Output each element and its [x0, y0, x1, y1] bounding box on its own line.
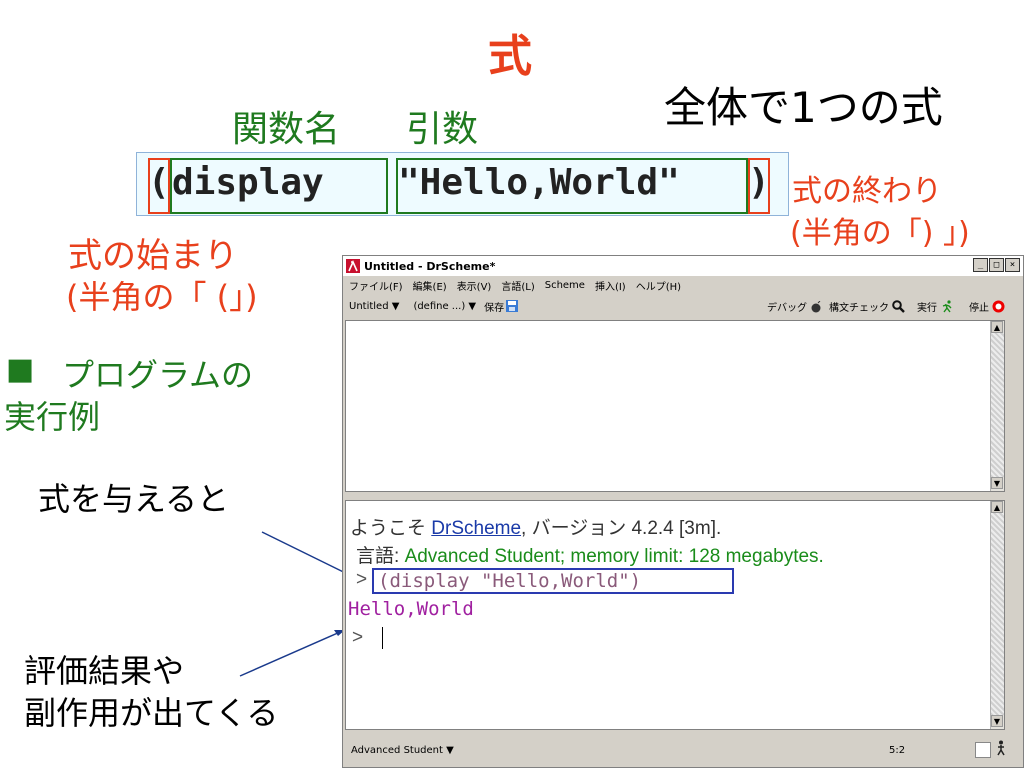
minimize-button[interactable]: _	[973, 258, 988, 272]
interactions-scrollbar[interactable]: ▲ ▼	[990, 501, 1004, 729]
debug-button[interactable]: デバッグ	[767, 299, 822, 314]
stop-button[interactable]: 停止	[969, 299, 1005, 314]
toolbar: Untitled ▼ (define ...) ▼ 保存 デバッグ 構文チェック…	[343, 294, 1023, 318]
whole-expression-label: 全体で1つの式	[664, 83, 943, 132]
welcome-prefix: ようこそ	[350, 518, 432, 539]
save-button[interactable]: 保存	[484, 299, 519, 314]
text-cursor	[382, 627, 383, 649]
define-dropdown[interactable]: (define ...) ▼	[413, 301, 476, 312]
indicator-box	[975, 742, 991, 758]
expression-start-label: 式の始まり	[68, 236, 238, 276]
definitions-pane[interactable]: ▲ ▼	[345, 320, 1005, 492]
close-button[interactable]: ×	[1005, 258, 1020, 272]
drscheme-window: Untitled - DrScheme* _ □ × ファイル(F) 編集(E)…	[342, 255, 1024, 768]
expression-end-sub: (半角の「) 」)	[790, 216, 970, 251]
code-function-name: display	[172, 162, 324, 203]
input-expression: (display "Hello,World")	[378, 570, 642, 592]
cursor-position: 5:2	[889, 744, 906, 756]
language-prefix: 言語:	[356, 546, 405, 567]
welcome-suffix: , バージョン 4.2.4 [3m].	[521, 518, 722, 539]
stop-icon	[992, 300, 1005, 313]
output-text: Hello,World	[348, 598, 474, 620]
interactions-pane[interactable]: ようこそ DrScheme, バージョン 4.2.4 [3m]. 言語: Adv…	[345, 500, 1005, 730]
runner-icon	[942, 300, 952, 313]
menu-bar: ファイル(F) 編集(E) 表示(V) 言語(L) Scheme 挿入(I) ヘ…	[343, 276, 1023, 294]
title-bar: Untitled - DrScheme* _ □ ×	[343, 256, 1023, 276]
menu-file[interactable]: ファイル(F)	[349, 278, 403, 293]
code-argument: "Hello,World"	[398, 162, 680, 203]
slide-heading: 式	[488, 31, 532, 82]
result-label-line1: 評価結果や	[24, 652, 185, 690]
menu-insert[interactable]: 挿入(I)	[595, 278, 626, 293]
menu-help[interactable]: ヘルプ(H)	[636, 278, 681, 293]
save-label: 保存	[484, 302, 505, 314]
language-dropdown[interactable]: Advanced Student ▼	[351, 745, 454, 756]
function-name-label: 関数名	[232, 109, 341, 150]
welcome-line: ようこそ DrScheme, バージョン 4.2.4 [3m].	[350, 513, 721, 540]
lambda-icon	[346, 259, 360, 273]
code-open-paren: (	[148, 162, 170, 203]
menu-view[interactable]: 表示(V)	[457, 278, 492, 293]
scroll-down-icon[interactable]: ▼	[991, 477, 1003, 489]
bug-icon	[811, 300, 821, 312]
language-name: Advanced Student; memory limit: 128 mega…	[404, 546, 824, 567]
floppy-icon	[506, 300, 519, 312]
scroll-up-icon[interactable]: ▲	[991, 501, 1003, 513]
example-title-line2: 実行例	[4, 398, 101, 436]
give-expression-label: 式を与えると	[38, 480, 230, 518]
expression-end-label: 式の終わり	[792, 174, 942, 209]
debug-label: デバッグ	[767, 303, 807, 314]
run-label: 実行	[917, 303, 937, 314]
result-label-line2: 副作用が出てくる	[24, 694, 279, 732]
stop-label: 停止	[969, 303, 989, 314]
scroll-down-icon[interactable]: ▼	[991, 715, 1003, 727]
example-bullet: ■	[6, 352, 35, 387]
menu-scheme[interactable]: Scheme	[545, 280, 585, 291]
magnifier-icon	[892, 300, 905, 313]
walker-icon	[997, 740, 1005, 756]
prompt-1: >	[356, 569, 368, 590]
run-button[interactable]: 実行	[917, 299, 953, 314]
menu-edit[interactable]: 編集(E)	[413, 278, 447, 293]
example-title-line1: プログラムの	[62, 356, 254, 394]
maximize-button[interactable]: □	[989, 258, 1004, 272]
status-bar: Advanced Student ▼ 5:2	[343, 734, 1023, 766]
untitled-dropdown[interactable]: Untitled ▼	[349, 301, 399, 312]
syntax-check-button[interactable]: 構文チェック	[829, 299, 905, 314]
argument-label: 引数	[406, 109, 479, 150]
expression-start-sub: (半角の「 (」)	[66, 278, 258, 316]
code-close-paren: )	[748, 162, 770, 203]
scroll-up-icon[interactable]: ▲	[991, 321, 1003, 333]
language-line: 言語: Advanced Student; memory limit: 128 …	[356, 541, 824, 568]
definitions-scrollbar[interactable]: ▲ ▼	[990, 321, 1004, 491]
drscheme-link[interactable]: DrScheme	[431, 518, 521, 539]
window-title: Untitled - DrScheme*	[364, 259, 496, 273]
prompt-2: >	[352, 627, 364, 648]
syntax-check-label: 構文チェック	[829, 303, 889, 314]
menu-language[interactable]: 言語(L)	[501, 278, 534, 293]
